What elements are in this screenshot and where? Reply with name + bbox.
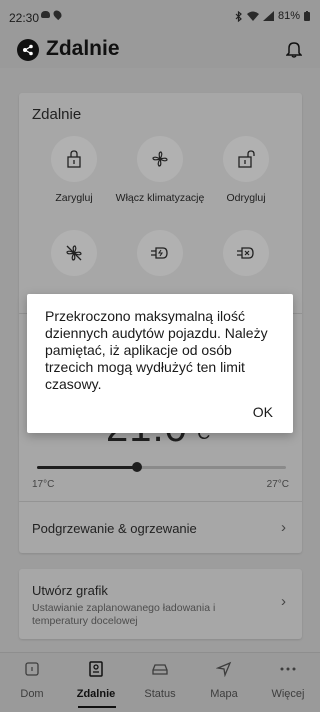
climate-off-button[interactable]: [29, 230, 119, 276]
lock-label: Zarygluj: [55, 192, 93, 204]
wifi-icon: [246, 11, 259, 21]
schedule-title: Utwórz grafik: [32, 583, 108, 598]
nav-label: Więcej: [271, 688, 305, 700]
bluetooth-icon: [235, 10, 242, 22]
car-icon: [152, 664, 168, 675]
start-charging-button[interactable]: [115, 230, 205, 276]
lock-button[interactable]: Zarygluj: [29, 136, 119, 205]
create-schedule-card[interactable]: Utwórz grafik Ustawianie zaplanowanego ł…: [19, 569, 302, 639]
climate-on-label: Włącz klimatyzację: [115, 192, 205, 204]
app-header: Zdalnie: [0, 32, 320, 68]
location-icon: [51, 8, 64, 21]
signal-icon: [262, 11, 274, 21]
unlock-button[interactable]: Odrygluj: [201, 136, 291, 205]
app-logo-icon: [17, 39, 39, 61]
ok-button[interactable]: OK: [253, 404, 273, 420]
divider: [19, 501, 302, 502]
nav-label: Zdalnie: [76, 688, 116, 700]
nav-label: Mapa: [210, 688, 238, 700]
remote-icon: [89, 661, 103, 677]
climate-on-button[interactable]: Włącz klimatyzację: [115, 136, 205, 205]
battery-percent: 81%: [277, 10, 300, 22]
status-time: 22:30: [9, 11, 40, 25]
nav-label: Status: [144, 688, 176, 700]
active-tab-indicator: [78, 706, 116, 708]
nav-item-wiecej[interactable]: Więcej: [256, 659, 320, 700]
slider-thumb[interactable]: [131, 462, 142, 472]
slider-min-label: 17°C: [32, 479, 55, 490]
temperature-slider[interactable]: [37, 462, 286, 472]
bottom-navigation: Dom Zdalnie Status Mapa Więcej: [0, 652, 320, 712]
notification-bell-icon[interactable]: [286, 40, 302, 58]
heating-row-label: Podgrzewanie & ogrzewanie: [32, 521, 197, 536]
charge-stop-icon: [237, 247, 254, 259]
nav-label: Dom: [20, 688, 44, 700]
navigation-icon: [216, 661, 232, 677]
battery-icon: [304, 11, 310, 21]
fan-icon: [152, 151, 168, 167]
nav-item-status[interactable]: Status: [128, 659, 192, 700]
page-title: Zdalnie: [46, 37, 120, 60]
cloud-icon: [41, 11, 50, 18]
chevron-right-icon: ›: [281, 593, 286, 610]
nav-item-dom[interactable]: Dom: [0, 659, 64, 700]
unlock-icon: [238, 150, 255, 168]
chevron-right-icon: ›: [281, 519, 286, 536]
lock-icon: [67, 150, 81, 168]
nav-item-mapa[interactable]: Mapa: [192, 659, 256, 700]
card-title: Zdalnie: [32, 106, 82, 123]
fan-off-icon: [66, 245, 82, 261]
stop-charging-button[interactable]: [201, 230, 291, 276]
home-icon: [25, 662, 39, 676]
status-bar: 22:30 81%: [0, 0, 320, 32]
charge-plug-icon: [151, 247, 168, 259]
slider-max-label: 27°C: [266, 479, 289, 490]
more-icon: [280, 667, 296, 671]
slider-fill: [37, 466, 137, 469]
nav-item-zdalnie[interactable]: Zdalnie: [64, 659, 128, 700]
dialog-message: Przekroczono maksymalną ilość dziennych …: [45, 308, 268, 392]
audit-limit-dialog: Przekroczono maksymalną ilość dziennych …: [27, 294, 293, 433]
schedule-subtitle: Ustawianie zaplanowanego ładowania i tem…: [32, 602, 216, 627]
unlock-label: Odrygluj: [226, 192, 266, 204]
